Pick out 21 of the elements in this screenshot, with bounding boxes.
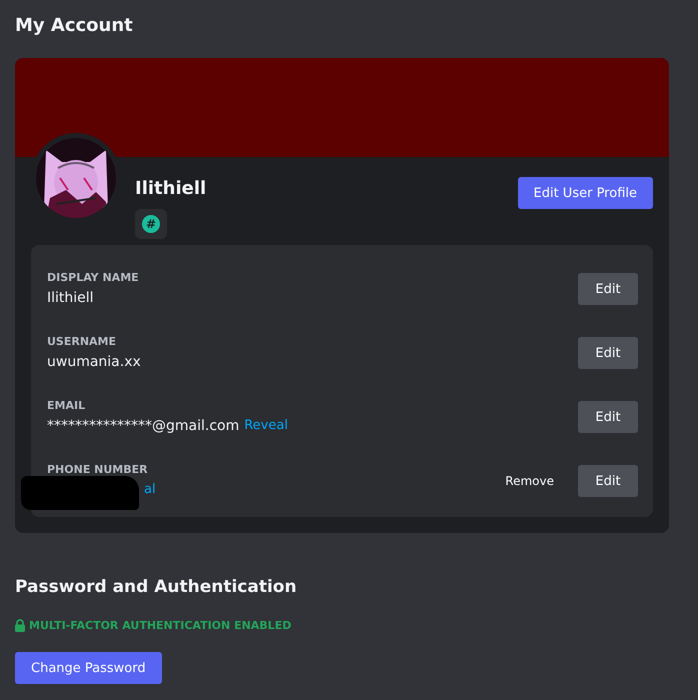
field-label: USERNAME (47, 334, 118, 348)
user-name: Ilithiell (135, 177, 208, 201)
field-value: uwumania.xx (47, 354, 141, 370)
reveal-link[interactable]: al (144, 482, 156, 497)
hashtag-badge: # (142, 215, 160, 233)
field-value: ***************@gmail.com (47, 418, 240, 434)
edit-button[interactable]: Edit (578, 273, 638, 305)
edit-button[interactable]: Edit (578, 465, 638, 497)
edit-profile-button[interactable]: Edit User Profile (518, 177, 653, 209)
mfa-status: MULTI-FACTOR AUTHENTICATION ENABLED (29, 619, 292, 632)
field-value: Ilithiell (47, 290, 94, 306)
remove-button[interactable]: Remove (489, 465, 570, 497)
field-label: DISPLAY NAME (47, 270, 139, 284)
edit-button[interactable]: Edit (578, 337, 638, 369)
section-title: Password and Authentication (15, 576, 298, 599)
edit-button[interactable]: Edit (578, 401, 638, 433)
page-title: My Account (15, 14, 134, 38)
reveal-link[interactable]: Reveal (244, 418, 288, 433)
field-label: EMAIL (47, 398, 86, 412)
change-password-button[interactable]: Change Password (15, 652, 162, 684)
field-label: PHONE NUMBER (47, 462, 149, 476)
